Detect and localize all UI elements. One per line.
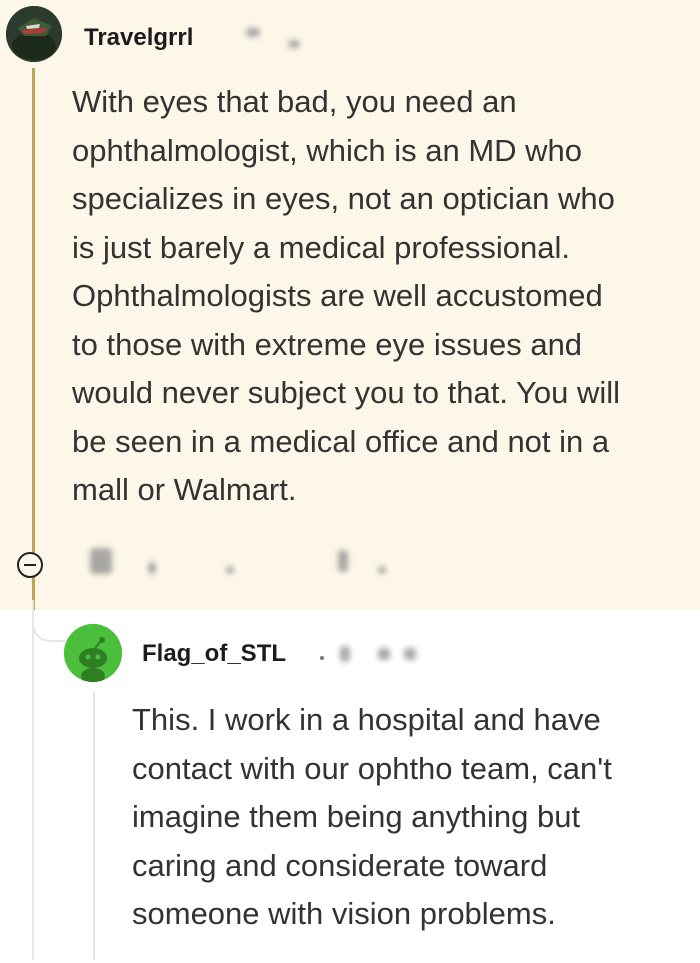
avatar[interactable] <box>64 624 122 682</box>
comment-line: someone with vision problems. <box>132 896 556 931</box>
comment-body: With eyes that bad, you need an ophthalm… <box>72 78 692 515</box>
comment-line: With eyes that bad, you need an <box>72 84 517 119</box>
comment-line: contact with our ophtho team, can't <box>132 750 612 786</box>
comment-line: specializes in eyes, not an optician who <box>72 181 615 216</box>
comment-line: mall or Walmart. <box>72 472 297 507</box>
comment-line: imagine them being anything but <box>132 799 581 834</box>
reply-thread-line[interactable] <box>93 692 95 960</box>
redacted-metadata <box>288 40 300 48</box>
redacted-metadata <box>404 648 416 660</box>
comment-line: to those with extreme eye issues and <box>72 326 583 362</box>
minus-circle-icon[interactable] <box>17 552 43 578</box>
comment-line: be seen in a medical office and not in a <box>72 423 610 459</box>
comment-body: This. I work in a hospital and have cont… <box>132 696 692 939</box>
redacted-metadata <box>246 28 260 37</box>
comment-line: would never subject you to that. You wil… <box>72 375 621 410</box>
thread-line-continued[interactable] <box>32 610 34 960</box>
comment-line: is just barely a medical professional. <box>72 229 570 265</box>
separator-dot <box>320 656 324 660</box>
comment-line: caring and considerate toward <box>132 847 548 883</box>
avatar[interactable] <box>6 6 62 62</box>
comment-line: This. I work in a hospital and have <box>132 702 601 737</box>
thread-line[interactable] <box>32 68 35 610</box>
reddit-avatar-icon <box>6 6 62 62</box>
redacted-action[interactable] <box>226 566 234 574</box>
redacted-action[interactable] <box>148 562 156 574</box>
reddit-snoo-avatar-icon <box>64 624 122 682</box>
comment-author[interactable]: Flag_of_STL <box>142 640 286 668</box>
comment-line: ophthalmologist, which is an MD who <box>72 132 583 168</box>
redacted-action[interactable] <box>338 550 348 572</box>
redacted-action[interactable] <box>378 566 386 574</box>
redacted-metadata <box>378 648 390 660</box>
comment-line: Ophthalmologists are well accustomed <box>72 278 603 313</box>
redacted-metadata <box>340 646 350 662</box>
reply-branch-connector <box>32 600 66 642</box>
comment-author[interactable]: Travelgrrl <box>84 24 193 52</box>
redacted-action[interactable] <box>90 548 112 574</box>
